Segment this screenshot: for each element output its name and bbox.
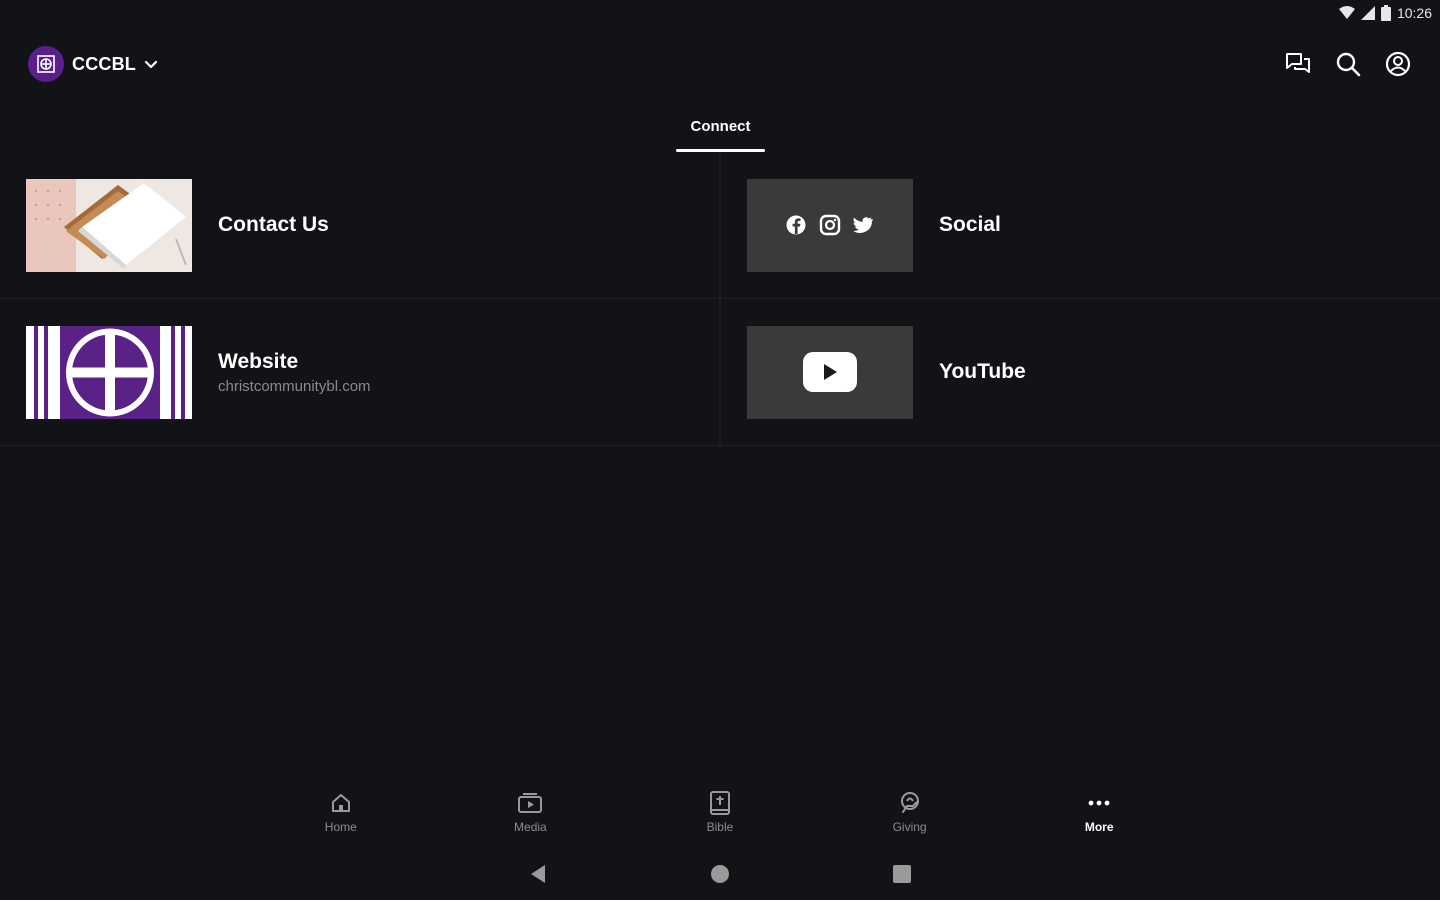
social-thumbnail bbox=[747, 178, 913, 272]
media-icon bbox=[516, 788, 544, 818]
nav-label: Home bbox=[324, 820, 357, 834]
messages-icon bbox=[1286, 53, 1310, 73]
account-icon bbox=[1385, 51, 1411, 77]
social-title: Social bbox=[939, 213, 1001, 236]
contact-us-title: Contact Us bbox=[218, 213, 329, 236]
search-button[interactable] bbox=[1334, 46, 1362, 82]
facebook-icon bbox=[786, 215, 806, 235]
tab-label: Connect bbox=[690, 118, 751, 135]
status-icons: 10:26 bbox=[1338, 5, 1432, 21]
home-circle-icon bbox=[711, 865, 729, 883]
tab-connect[interactable]: Connect bbox=[676, 110, 765, 154]
social-text: Social bbox=[939, 213, 1001, 237]
social-item[interactable]: Social bbox=[721, 152, 1440, 298]
account-button[interactable] bbox=[1384, 46, 1412, 82]
contact-us-thumbnail bbox=[26, 178, 192, 272]
chevron-down-icon bbox=[144, 60, 158, 69]
top-actions bbox=[1284, 46, 1412, 82]
website-title: Website bbox=[218, 349, 299, 373]
battery-icon bbox=[1380, 5, 1391, 21]
youtube-title: YouTube bbox=[939, 360, 1026, 383]
system-back-button[interactable] bbox=[522, 858, 554, 890]
youtube-icon bbox=[803, 352, 857, 392]
youtube-item[interactable]: YouTube bbox=[721, 299, 1440, 445]
grid-row: Website christcommunitybl.com YouTube bbox=[0, 299, 1440, 446]
nav-label: Media bbox=[514, 820, 547, 834]
website-text: Website christcommunitybl.com bbox=[218, 350, 371, 395]
system-nav bbox=[0, 858, 1440, 890]
contact-us-item[interactable]: Contact Us bbox=[0, 152, 721, 298]
social-icons-icon bbox=[786, 214, 873, 236]
system-recents-button[interactable] bbox=[886, 858, 918, 890]
bottom-nav: Home Media Bible Giving More bbox=[246, 788, 1194, 844]
status-time: 10:26 bbox=[1396, 5, 1432, 21]
connect-grid: Contact Us Social Website christcommunit… bbox=[0, 152, 1440, 446]
website-thumbnail bbox=[26, 325, 192, 419]
messages-button[interactable] bbox=[1284, 46, 1312, 82]
search-icon bbox=[1336, 52, 1361, 77]
nav-label: Bible bbox=[706, 820, 734, 834]
system-home-button[interactable] bbox=[704, 858, 736, 890]
twitter-icon bbox=[853, 217, 873, 233]
bible-icon bbox=[708, 788, 732, 818]
org-name: CCCBL bbox=[72, 53, 136, 74]
nav-bible[interactable]: Bible bbox=[625, 788, 815, 844]
notebook-photo-icon bbox=[26, 178, 192, 272]
church-logo-icon bbox=[37, 55, 55, 73]
home-icon bbox=[329, 788, 353, 818]
grid-row: Contact Us Social bbox=[0, 152, 1440, 299]
nav-home[interactable]: Home bbox=[246, 788, 436, 844]
website-item[interactable]: Website christcommunitybl.com bbox=[0, 299, 721, 445]
nav-media[interactable]: Media bbox=[436, 788, 626, 844]
youtube-text: YouTube bbox=[939, 360, 1026, 384]
instagram-icon bbox=[819, 214, 841, 236]
back-triangle-icon bbox=[531, 865, 545, 883]
cell-signal-icon bbox=[1360, 6, 1375, 20]
church-logo-image-icon bbox=[26, 325, 192, 419]
org-switcher[interactable]: CCCBL bbox=[28, 46, 158, 82]
more-icon bbox=[1087, 788, 1111, 818]
nav-giving[interactable]: Giving bbox=[815, 788, 1005, 844]
nav-more[interactable]: More bbox=[1004, 788, 1194, 844]
giving-icon bbox=[897, 788, 923, 818]
org-avatar bbox=[28, 46, 64, 82]
recents-square-icon bbox=[893, 865, 911, 883]
website-url: christcommunitybl.com bbox=[218, 377, 371, 395]
nav-label: More bbox=[1084, 820, 1114, 834]
contact-us-text: Contact Us bbox=[218, 213, 329, 237]
status-bar: 10:26 bbox=[0, 0, 1440, 28]
wifi-icon bbox=[1338, 6, 1355, 19]
youtube-thumbnail bbox=[747, 325, 913, 419]
nav-label: Giving bbox=[892, 820, 927, 834]
